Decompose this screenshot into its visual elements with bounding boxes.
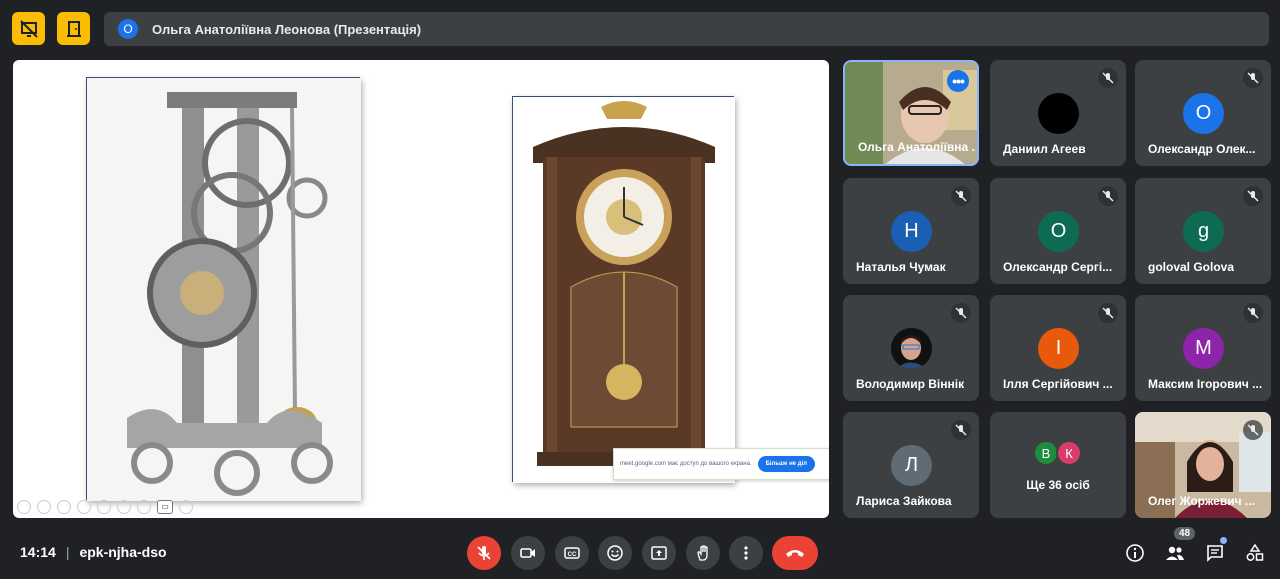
participant-name: Лариса Зайкова	[856, 494, 952, 508]
slide-controls: ▭	[17, 500, 193, 514]
meeting-code: epk-njha-dso	[79, 544, 167, 560]
info-icon	[1126, 544, 1144, 562]
meeting-details-button[interactable]	[1122, 540, 1148, 566]
chat-button[interactable]	[1202, 540, 1228, 566]
participant-avatar: Л	[891, 445, 932, 486]
videocam-icon	[520, 548, 535, 558]
more-options-icon[interactable]: •••	[947, 70, 969, 92]
slide-option-icon[interactable]	[137, 500, 151, 514]
mic-off-icon	[1098, 303, 1118, 323]
participant-name: Володимир Віннік	[856, 377, 965, 391]
participant-avatar: Н	[891, 211, 932, 252]
share-notice-text: meet.google.com має доступ до вашого екр…	[620, 461, 752, 467]
mic-off-icon	[477, 546, 491, 560]
mic-off-icon	[951, 186, 971, 206]
raise-hand-button[interactable]	[686, 536, 720, 570]
mic-off-icon	[1098, 68, 1118, 88]
presentation-stage: meet.google.com має доступ до вашого екр…	[13, 60, 829, 518]
participant-avatar: І	[1038, 328, 1079, 369]
chat-icon	[1207, 545, 1223, 562]
present-to-all-icon	[651, 546, 667, 560]
captions-button[interactable]: CC	[555, 536, 589, 570]
participant-name: Олександр Олек...	[1148, 142, 1256, 156]
participant-avatar	[1038, 93, 1079, 134]
next-slide-icon[interactable]	[37, 500, 51, 514]
participants-count-badge: 48	[1174, 527, 1196, 540]
mic-off-icon	[1243, 420, 1263, 440]
camera-toggle-button[interactable]	[511, 536, 545, 570]
group-avatar: К	[1056, 440, 1082, 466]
presenter-bar[interactable]: О Ольга Анатоліївна Леонова (Презентація…	[104, 12, 1269, 46]
microphone-toggle-button[interactable]	[467, 536, 501, 570]
participant-name: Ольга Анатоліївна ...	[858, 140, 976, 154]
participant-tile[interactable]: Олег Жоржевич ...	[1135, 412, 1271, 518]
closed-captions-icon: CC	[564, 547, 580, 559]
participant-tile[interactable]: Володимир Віннік	[843, 295, 979, 401]
activities-button[interactable]	[1242, 540, 1268, 566]
stop-presenting-button[interactable]	[12, 12, 45, 45]
present-screen-button[interactable]	[642, 536, 676, 570]
participant-name: Максим Ігорович ...	[1148, 377, 1263, 391]
mechanical-clock-image	[86, 77, 361, 501]
participant-avatar: g	[1183, 211, 1224, 252]
svg-text:CC: CC	[568, 552, 577, 558]
participant-tile[interactable]: Н Наталья Чумак	[843, 178, 979, 284]
slide-option-icon[interactable]	[97, 500, 111, 514]
participant-tile[interactable]: О Олександр Сергі...	[990, 178, 1126, 284]
participant-name: Ілля Сергійович ...	[1003, 377, 1113, 391]
presenter-avatar: О	[118, 19, 138, 39]
participants-button[interactable]	[1162, 540, 1188, 566]
activities-icon	[1246, 543, 1264, 561]
participant-avatar: О	[1038, 211, 1079, 252]
participant-avatar: М	[1183, 328, 1224, 369]
reactions-button[interactable]	[598, 536, 632, 570]
participant-tile-self[interactable]: ••• Ольга Анатоліївна ...	[843, 60, 979, 166]
slide-option-icon[interactable]	[117, 500, 131, 514]
meeting-info: 14:14 | epk-njha-dso	[20, 544, 167, 560]
participant-tile[interactable]: М Максим Ігорович ...	[1135, 295, 1271, 401]
mic-off-icon	[951, 420, 971, 440]
prev-slide-icon[interactable]	[17, 500, 31, 514]
participant-name: goloval Golova	[1148, 260, 1235, 274]
slide-option-icon[interactable]	[57, 500, 71, 514]
presenter-title: Ольга Анатоліївна Леонова (Презентація)	[152, 21, 422, 37]
clock-time: 14:14	[20, 544, 56, 560]
participant-tile[interactable]: О Олександр Олек...	[1135, 60, 1271, 166]
mic-off-icon	[951, 303, 971, 323]
slide-option-icon[interactable]	[77, 500, 91, 514]
mic-off-icon	[1243, 186, 1263, 206]
leave-call-button[interactable]	[772, 536, 818, 570]
stop-sharing-notice-button[interactable]: Більше не діл	[757, 456, 815, 472]
mic-off-icon	[1243, 68, 1263, 88]
more-options-button[interactable]	[729, 536, 763, 570]
participant-tile[interactable]: Даниил Агеев	[990, 60, 1126, 166]
hand-icon	[697, 545, 708, 561]
more-vert-icon	[744, 546, 748, 560]
more-participants-label: Ще 36 осіб	[1026, 478, 1090, 492]
slide-option-icon[interactable]	[179, 500, 193, 514]
participant-name: Даниил Агеев	[1003, 142, 1086, 156]
call-end-icon	[786, 550, 804, 557]
mic-off-icon	[1243, 303, 1263, 323]
participant-tile[interactable]: g goloval Golova	[1135, 178, 1271, 284]
participant-avatar: О	[1183, 93, 1224, 134]
participant-tile[interactable]: І Ілля Сергійович ...	[990, 295, 1126, 401]
participant-name: Олег Жоржевич ...	[1148, 494, 1255, 508]
participant-tile[interactable]: Л Лариса Зайкова	[843, 412, 979, 518]
participant-name: Олександр Сергі...	[1003, 260, 1113, 274]
presentation-off-icon	[19, 19, 38, 38]
more-participants-tile[interactable]: В К Ще 36 осіб	[990, 412, 1126, 518]
companion-mode-button[interactable]	[57, 12, 90, 45]
emoji-icon	[607, 545, 623, 561]
screen-share-notice: meet.google.com має доступ до вашого екр…	[613, 448, 829, 480]
participant-name: Наталья Чумак	[856, 260, 946, 274]
pendulum-wall-clock-image	[512, 96, 735, 483]
people-icon	[1166, 546, 1184, 560]
door-icon	[66, 20, 81, 37]
camera-icon[interactable]: ▭	[157, 500, 173, 514]
mic-off-icon	[1098, 186, 1118, 206]
participant-photo-avatar	[891, 328, 932, 369]
separator: |	[65, 544, 70, 560]
